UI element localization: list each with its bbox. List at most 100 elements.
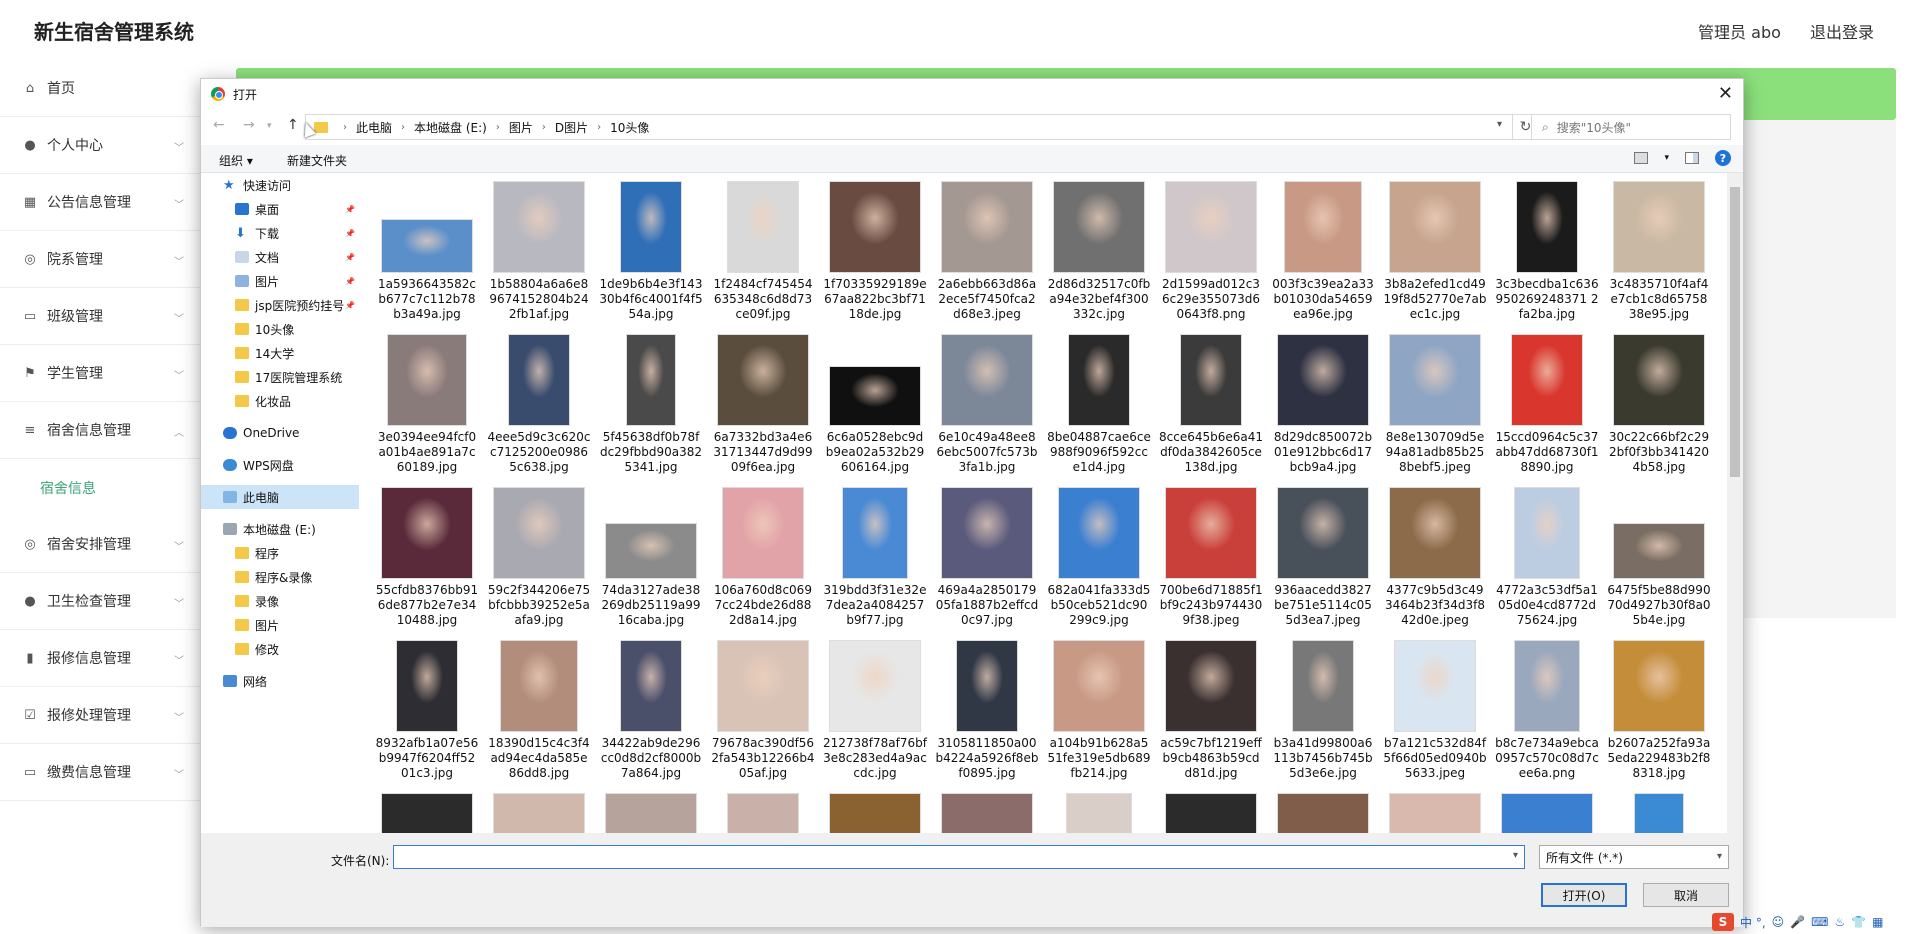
file-tile[interactable]: 6475f5be88d99070d4927b30f8a05b4e.jpg (1603, 483, 1715, 636)
mic-icon[interactable]: 🎤 (1790, 915, 1805, 929)
nav-item[interactable]: jsp医院预约挂号 📌 (201, 293, 359, 317)
file-tile[interactable]: 6e10c49a48ee86ebc5007fc573b3fa1b.jpg (931, 330, 1043, 483)
file-tile[interactable]: 936aacedd3827be751e5114c055d3ea7.jpeg (1267, 483, 1379, 636)
file-tile[interactable]: b7a121c532d84f5f66d05ed0940b5633.jpeg (1379, 636, 1491, 789)
sidebar-item[interactable]: ▭ 班级管理 ﹀ (0, 288, 200, 345)
filename-input[interactable]: ▾ (393, 845, 1525, 869)
back-arrow-icon[interactable]: ← (213, 117, 225, 133)
breadcrumb-item[interactable]: 本地磁盘 (E:) (414, 119, 487, 136)
sidebar-item[interactable]: ▭ 缴费信息管理 ﹀ (0, 744, 200, 801)
sidebar-item[interactable]: ● 卫生检查管理 ﹀ (0, 573, 200, 630)
file-tile[interactable] (1603, 789, 1715, 833)
chevron-down-icon[interactable]: ▾ (1513, 850, 1518, 861)
file-tile[interactable] (1491, 789, 1603, 833)
file-tile[interactable]: 1f2484cf745454635348c6d8d73ce09f.jpg (707, 177, 819, 330)
admin-user-label[interactable]: 管理员 abo (1698, 23, 1781, 42)
file-tile[interactable]: 106a760d8c0697cc24bde26d882d8a14.jpg (707, 483, 819, 636)
file-tile[interactable]: 1b58804a6a6e89674152804b242fb1af.jpg (483, 177, 595, 330)
file-tile[interactable]: 8e8e130709d5e94a81adb85b258bebf5.jpeg (1379, 330, 1491, 483)
file-tile[interactable] (595, 789, 707, 833)
file-tile[interactable]: b8c7e734a9ebca0957c570c08d7cee6a.png (1491, 636, 1603, 789)
recent-chevron-icon[interactable]: ▾ (267, 121, 272, 131)
file-tile[interactable]: 6c6a0528ebc9db9ea02a532b29606164.jpg (819, 330, 931, 483)
sidebar-item[interactable]: ≡ 宿舍信息管理 ︿ (0, 402, 200, 459)
file-tile[interactable] (1155, 789, 1267, 833)
file-tile[interactable]: 700be6d71885f1bf9c243b9744309f38.jpeg (1155, 483, 1267, 636)
nav-item[interactable]: 录像 (201, 589, 359, 613)
file-tile[interactable]: 1de9b6b4e3f14330b4f6c4001f4f554a.jpg (595, 177, 707, 330)
nav-item[interactable]: 10头像 (201, 317, 359, 341)
forward-arrow-icon[interactable]: → (243, 117, 255, 133)
sidebar-item[interactable]: ▮ 报修信息管理 ﹀ (0, 630, 200, 687)
file-tile[interactable]: 2d1599ad012c36c29e355073d60643f8.png (1155, 177, 1267, 330)
close-icon[interactable]: ✕ (1718, 83, 1733, 104)
file-tile[interactable]: 6a7332bd3a4e631713447d9d9909f6ea.jpg (707, 330, 819, 483)
file-tile[interactable]: 212738f78af76bf3e8c283ed4a9accdc.jpg (819, 636, 931, 789)
preview-pane-icon[interactable] (1685, 152, 1699, 164)
file-tile[interactable]: 3b8a2efed1cd4919f8d52770e7abec1c.jpg (1379, 177, 1491, 330)
file-tile[interactable]: 4eee5d9c3c620cc7125200e09865c638.jpg (483, 330, 595, 483)
sidebar-subitem[interactable]: 宿舍信息 (0, 459, 200, 516)
file-tile[interactable]: 5f45638df0b78fdc29fbbd90a3825341.jpg (595, 330, 707, 483)
nav-item[interactable]: ⬇ 下载 📌 (201, 221, 359, 245)
nav-item[interactable]: 17医院管理系统 (201, 365, 359, 389)
file-tile[interactable]: 2d86d32517c0fba94e32bef4f300332c.jpg (1043, 177, 1155, 330)
organize-button[interactable]: 组织 ▾ (219, 152, 253, 169)
file-tile[interactable]: 18390d15c4c3f4ad94ec4da585e86dd8.jpg (483, 636, 595, 789)
file-tile[interactable]: 8cce645b6e6a41df0da3842605ce138d.jpg (1155, 330, 1267, 483)
file-tile[interactable]: 1f70335929189e67aa822bc3bf7118de.jpg (819, 177, 931, 330)
file-tile[interactable]: 319bdd3f31e32e7dea2a4084257b9f77.jpg (819, 483, 931, 636)
sidebar-item[interactable]: ☑ 报修处理管理 ﹀ (0, 687, 200, 744)
nav-item[interactable]: 此电脑 (201, 485, 359, 509)
file-tile[interactable]: 8be04887cae6ce988f9096f592cce1d4.jpg (1043, 330, 1155, 483)
file-tile[interactable]: b2607a252fa93a5eda229483b2f88318.jpg (1603, 636, 1715, 789)
up-arrow-icon[interactable]: ↑ (287, 117, 299, 133)
emoji-icon[interactable]: ☺ (1772, 915, 1785, 929)
file-tile[interactable]: 15ccd0964c5c37abb47dd68730f18890.jpg (1491, 330, 1603, 483)
file-tile[interactable]: 3105811850a00b4224a5926f8ebf0895.jpg (931, 636, 1043, 789)
cancel-button[interactable]: 取消 (1643, 883, 1729, 907)
nav-item[interactable]: 桌面 📌 (201, 197, 359, 221)
chevron-down-icon[interactable]: ▾ (1497, 119, 1502, 130)
ime-mode[interactable]: 中 °, (1740, 914, 1766, 931)
file-tile[interactable] (707, 789, 819, 833)
vertical-scrollbar[interactable] (1727, 173, 1743, 833)
sidebar-item[interactable]: ◎ 院系管理 ﹀ (0, 231, 200, 288)
file-tile[interactable]: 79678ac390df562fa543b12266b405af.jpg (707, 636, 819, 789)
sidebar-item[interactable]: ⌂ 首页 (0, 60, 200, 117)
nav-item[interactable]: 化妆品 (201, 389, 359, 413)
view-chevron-icon[interactable]: ▾ (1664, 153, 1669, 163)
file-tile[interactable]: 59c2f344206e75bfcbbb39252e5aafa9.jpg (483, 483, 595, 636)
file-tile[interactable]: 4377c9b5d3c493464b23f34d3f842d0e.jpeg (1379, 483, 1491, 636)
file-tile[interactable] (1379, 789, 1491, 833)
nav-item[interactable]: 本地磁盘 (E:) (201, 517, 359, 541)
breadcrumb-item[interactable]: 图片 (509, 119, 533, 136)
file-tile[interactable]: 55cfdb8376bb916de877b2e7e3410488.jpg (371, 483, 483, 636)
file-tile[interactable]: a104b91b628a551fe319e5db689fb214.jpg (1043, 636, 1155, 789)
sogou-ime-icon[interactable]: S (1712, 913, 1734, 931)
file-tile[interactable] (371, 789, 483, 833)
keyboard-icon[interactable]: ⌨ (1811, 915, 1828, 929)
file-tile[interactable] (819, 789, 931, 833)
file-tile[interactable]: 3c4835710f4af4e7cb1c8d6575838e95.jpg (1603, 177, 1715, 330)
file-tile[interactable] (1043, 789, 1155, 833)
nav-item[interactable]: 文档 📌 (201, 245, 359, 269)
nav-item[interactable]: 修改 (201, 637, 359, 661)
scrollbar-thumb[interactable] (1730, 187, 1740, 477)
filetype-select[interactable]: 所有文件 (*.*) ▾ (1539, 845, 1729, 869)
file-tile[interactable]: 8d29dc850072b01e912bbc6d17bcb9a4.jpg (1267, 330, 1379, 483)
file-tile[interactable]: 30c22c66bf2c292bf0f3bb3414204b58.jpg (1603, 330, 1715, 483)
file-tile[interactable]: 3e0394ee94fcf0a01b4ae891a7c60189.jpg (371, 330, 483, 483)
shirt-icon[interactable]: 👕 (1851, 915, 1866, 929)
view-mode-icon[interactable] (1634, 152, 1649, 164)
help-icon[interactable]: ? (1715, 150, 1731, 166)
sidebar-item[interactable]: ⚑ 学生管理 ﹀ (0, 345, 200, 402)
skin-icon[interactable]: ♨ (1834, 915, 1845, 929)
file-tile[interactable]: 3c3becdba1c636950269248371 2fa2ba.jpg (1491, 177, 1603, 330)
breadcrumb-item[interactable]: 此电脑 (356, 119, 392, 136)
grid-icon[interactable]: ▦ (1872, 915, 1883, 929)
file-tile[interactable]: 4772a3c53df5a105d0e4cd8772d75624.jpg (1491, 483, 1603, 636)
nav-item[interactable]: ★ 快速访问 (201, 173, 359, 197)
nav-item[interactable]: 14大学 (201, 341, 359, 365)
search-input[interactable]: ⌕ 搜索"10头像" (1531, 114, 1731, 140)
